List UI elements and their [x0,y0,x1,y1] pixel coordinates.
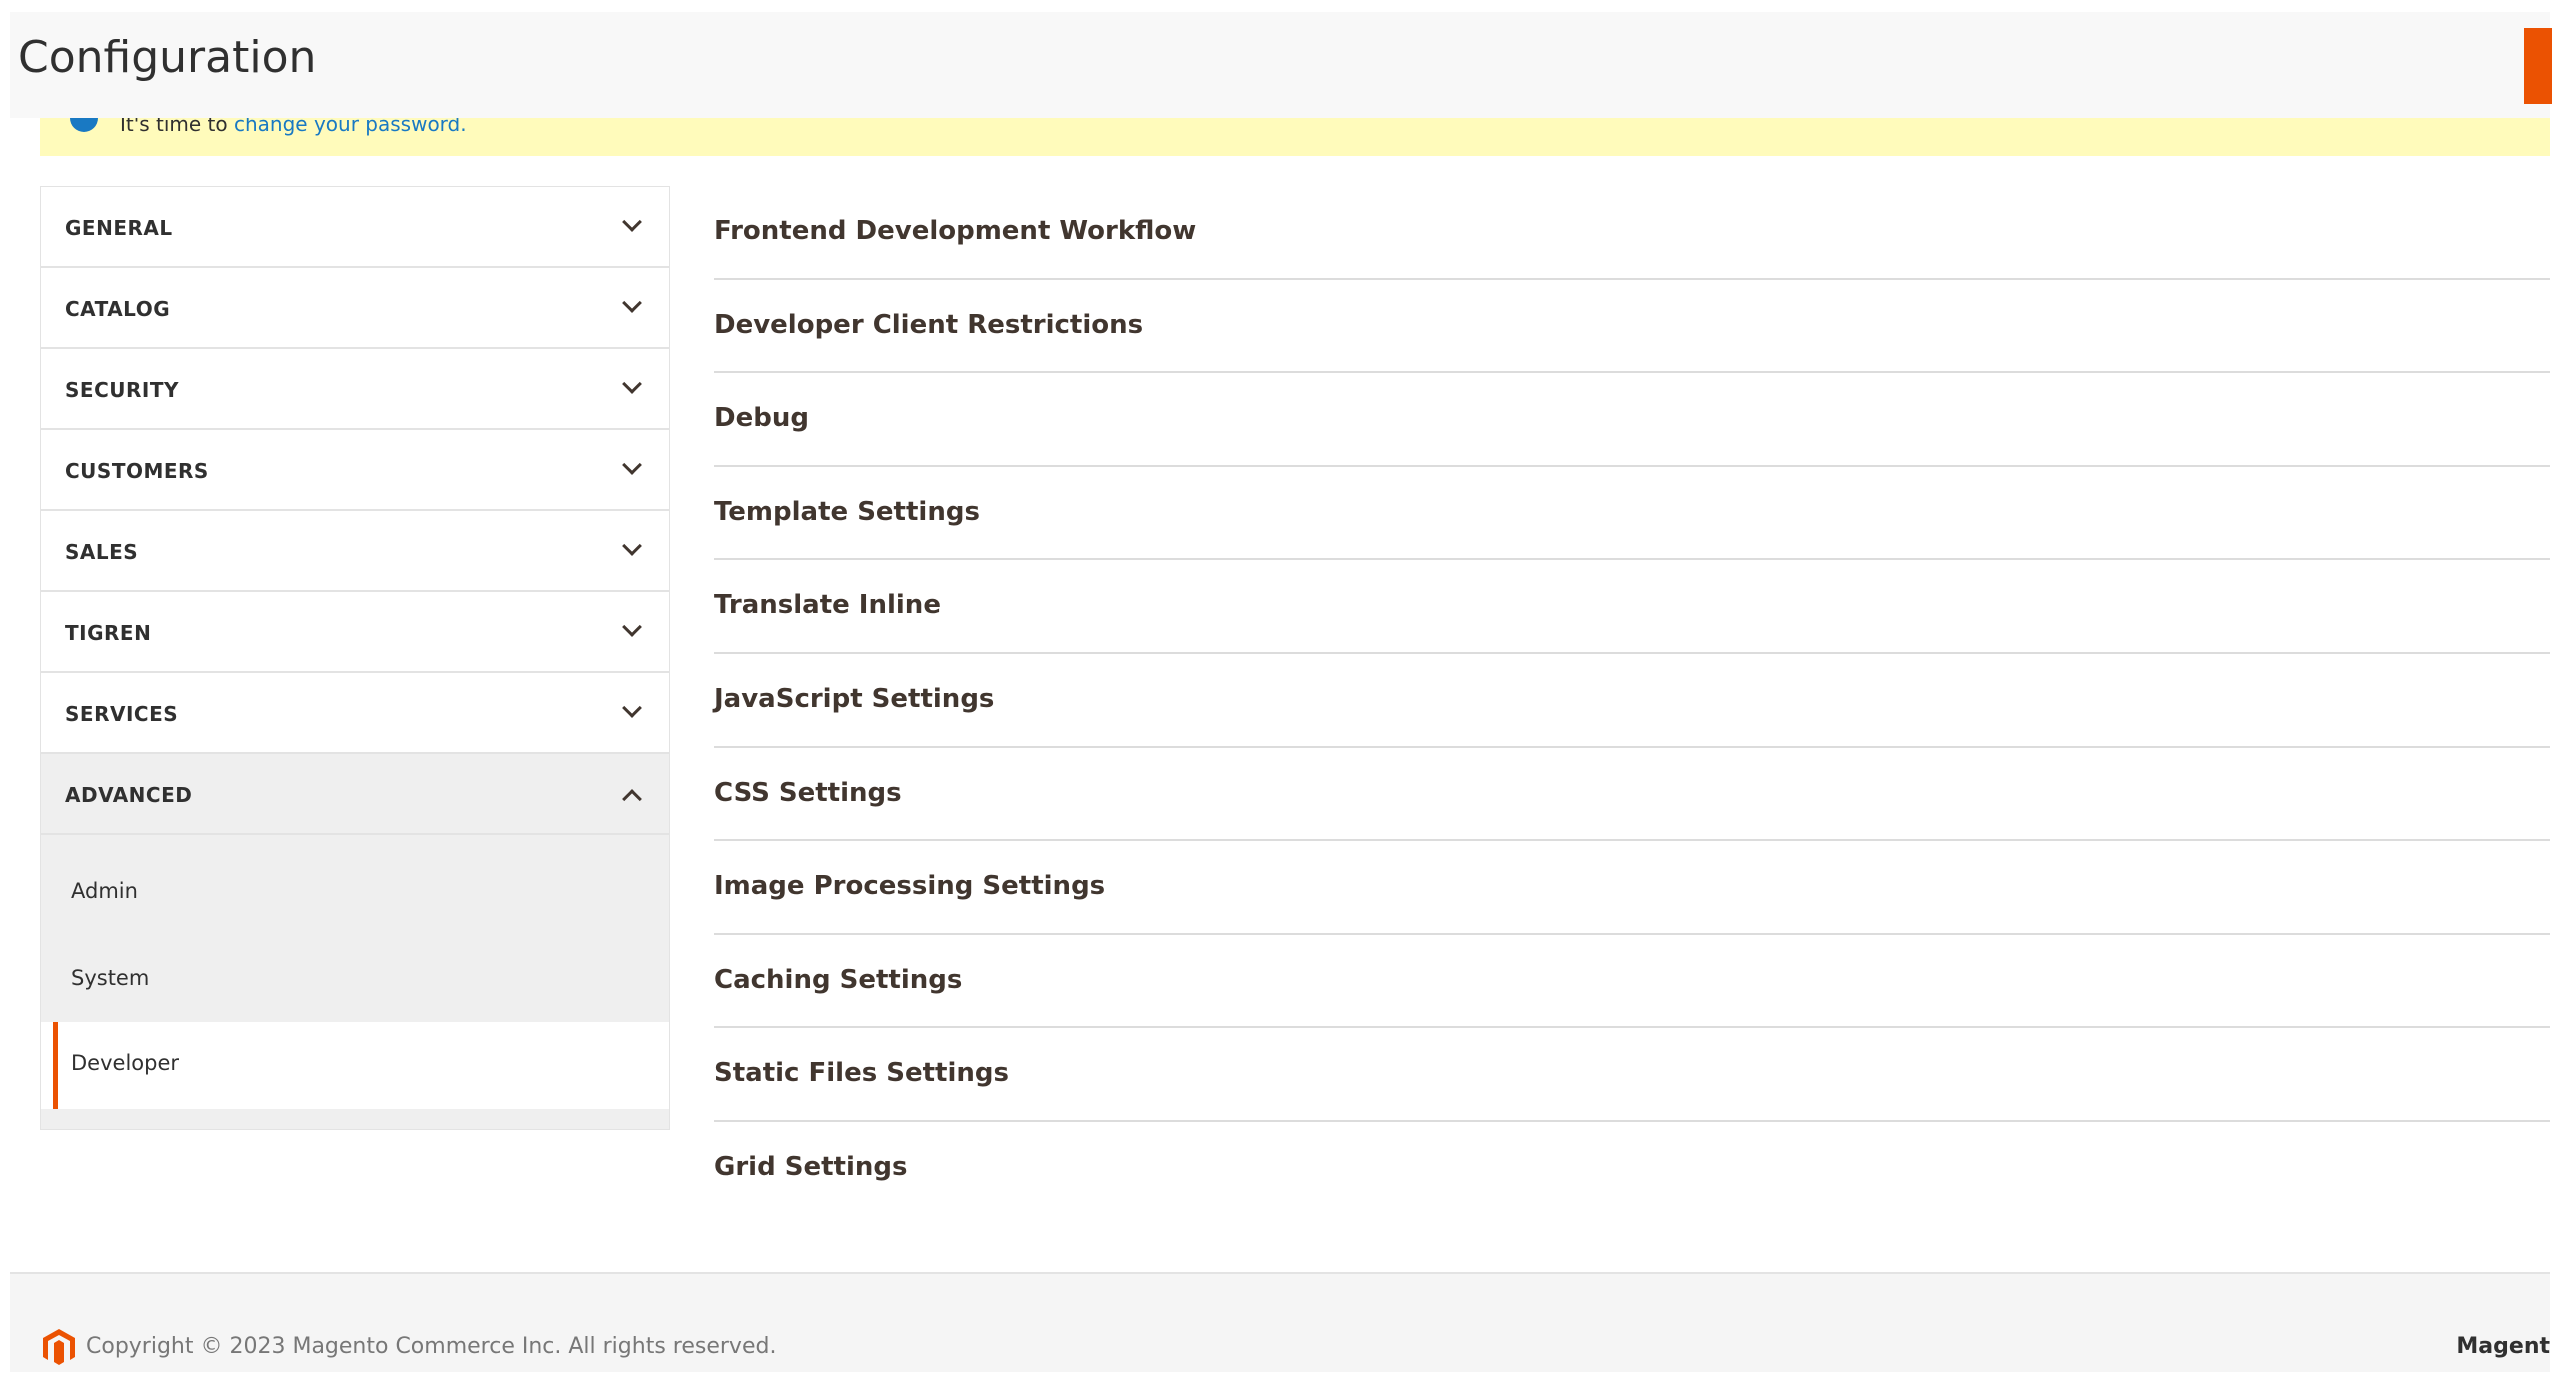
section-title: Grid Settings [714,1151,908,1182]
config-sections: Frontend Development Workflow Developer … [714,186,2550,1216]
chevron-down-icon [622,617,642,637]
section-image-processing-settings[interactable]: Image Processing Settings [714,841,2550,935]
page-header: Configuration [10,12,2552,118]
section-title: Caching Settings [714,964,963,995]
notice-text: It's time to change your password. [120,118,467,136]
chevron-down-icon [622,455,642,475]
info-icon [70,118,98,132]
section-title: JavaScript Settings [714,683,995,714]
chevron-down-icon [622,293,642,313]
section-developer-client-restrictions[interactable]: Developer Client Restrictions [714,280,2550,374]
chevron-up-icon [622,789,642,809]
copyright-text: Copyright © 2023 Magento Commerce Inc. A… [86,1334,777,1359]
sidebar-item-label: SALES [65,540,139,564]
sidebar-item-label: GENERAL [65,216,173,240]
chevron-down-icon [622,536,642,556]
section-translate-inline[interactable]: Translate Inline [714,560,2550,654]
section-debug[interactable]: Debug [714,373,2550,467]
section-title: Translate Inline [714,590,941,621]
section-title: Debug [714,403,809,434]
sidebar-item-label: CUSTOMERS [65,459,209,483]
sidebar-item-label: SERVICES [65,702,179,726]
section-title: Frontend Development Workflow [714,216,1197,246]
section-caching-settings[interactable]: Caching Settings [714,935,2550,1029]
sidebar-subitem-system[interactable]: System [71,966,149,990]
sidebar-subitem-admin[interactable]: Admin [71,879,138,903]
sidebar-item-general[interactable]: GENERAL [41,187,669,268]
chevron-down-icon [622,698,642,718]
sidebar-item-label: TIGREN [65,621,152,645]
sidebar-subitem-label: Developer [71,1051,180,1075]
sidebar-item-label: CATALOG [65,297,171,321]
sidebar-item-services[interactable]: SERVICES [41,673,669,754]
page-footer: Copyright © 2023 Magento Commerce Inc. A… [10,1272,2550,1372]
sidebar-item-label: SECURITY [65,378,179,402]
section-css-settings[interactable]: CSS Settings [714,748,2550,842]
section-title: Image Processing Settings [714,871,1106,902]
page-title: Configuration [18,32,317,83]
change-password-link[interactable]: change your password. [234,118,467,136]
section-javascript-settings[interactable]: JavaScript Settings [714,654,2550,748]
notice-prefix: It's time to [120,118,228,136]
section-title: Static Files Settings [714,1058,1009,1089]
section-template-settings[interactable]: Template Settings [714,467,2550,561]
chevron-down-icon [622,212,642,232]
sidebar-footer-strip [41,1109,669,1129]
chevron-down-icon [622,374,642,394]
sidebar-item-security[interactable]: SECURITY [41,349,669,430]
password-notice: It's time to change your password. [40,118,2550,156]
section-title: CSS Settings [714,777,902,808]
section-title: Template Settings [714,496,980,527]
sidebar-item-sales[interactable]: SALES [41,511,669,592]
sidebar-item-tigren[interactable]: TIGREN [41,592,669,673]
sidebar-subitems: Admin System [41,835,669,1022]
footer-version-text: Magent [2456,1334,2550,1359]
sidebar-item-advanced[interactable]: ADVANCED [41,754,669,835]
sidebar-item-customers[interactable]: CUSTOMERS [41,430,669,511]
section-title: Developer Client Restrictions [714,309,1144,340]
section-frontend-development-workflow[interactable]: Frontend Development Workflow [714,186,2550,280]
config-sidebar: GENERAL CATALOG SECURITY CUSTOMERS SALES… [40,186,670,1130]
section-static-files-settings[interactable]: Static Files Settings [714,1028,2550,1122]
sidebar-subitem-developer[interactable]: Developer [53,1022,669,1109]
section-grid-settings[interactable]: Grid Settings [714,1122,2550,1216]
sidebar-item-catalog[interactable]: CATALOG [41,268,669,349]
save-config-button[interactable] [2524,28,2552,104]
sidebar-item-label: ADVANCED [65,783,193,807]
magento-logo-icon [43,1329,75,1365]
